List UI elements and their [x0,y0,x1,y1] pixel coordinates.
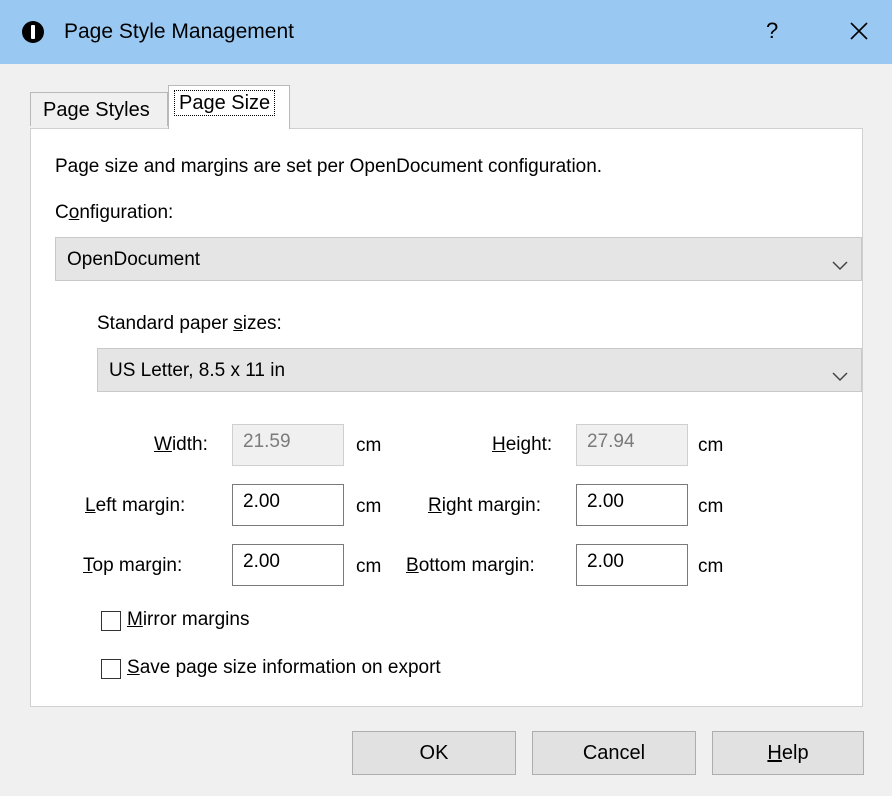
chevron-down-icon [831,255,849,271]
configuration-value: OpenDocument [67,249,201,270]
context-help-button[interactable]: ? [766,18,778,44]
cancel-button[interactable]: Cancel [532,731,696,775]
top-margin-label: Top margin: [83,555,183,576]
tab-page-styles[interactable]: Page Styles [30,92,168,126]
top-margin-unit: cm [356,556,382,577]
tab-page-size[interactable]: Page Size [168,85,290,129]
right-margin-field[interactable]: 2.00 [576,484,688,526]
paper-sizes-label: Standard paper sizes: [97,313,282,334]
tab-page-size-label: Page Size [174,90,276,116]
bottom-margin-field[interactable]: 2.00 [576,544,688,586]
close-icon[interactable] [842,14,876,48]
paper-size-value: US Letter, 8.5 x 11 in [109,360,286,381]
left-margin-field[interactable]: 2.00 [232,484,344,526]
left-margin-unit: cm [356,496,382,517]
save-page-size-checkbox[interactable] [101,659,121,679]
height-label: Height: [492,434,553,455]
height-field[interactable]: 27.94 [576,424,688,466]
width-label: Width: [154,434,208,455]
chevron-down-icon [831,366,849,382]
right-margin-unit: cm [698,496,724,517]
dialog-title: Page Style Management [64,20,294,43]
tab-page-styles-label: Page Styles [43,99,150,121]
right-margin-label: Right margin: [428,495,542,516]
bottom-margin-label: Bottom margin: [406,555,535,576]
configuration-label: Configuration: [55,202,174,223]
width-field[interactable]: 21.59 [232,424,344,466]
height-unit: cm [698,435,724,456]
description-text: Page size and margins are set per OpenDo… [55,156,603,177]
page-size-panel: Page size and margins are set per OpenDo… [30,128,863,707]
mirror-margins-label[interactable]: Mirror margins [127,609,249,631]
save-page-size-label[interactable]: Save page size information on export [127,657,441,679]
page-style-management-dialog: Page Style Management ? Page Styles Page… [0,0,892,796]
title-bar: Page Style Management ? [0,0,892,64]
app-logo-icon [22,21,44,43]
paper-size-select[interactable]: US Letter, 8.5 x 11 in [97,348,862,392]
help-button[interactable]: Help [712,731,864,775]
bottom-margin-unit: cm [698,556,724,577]
mirror-margins-checkbox[interactable] [101,611,121,631]
top-margin-field[interactable]: 2.00 [232,544,344,586]
configuration-select[interactable]: OpenDocument [55,237,862,281]
ok-button[interactable]: OK [352,731,516,775]
width-unit: cm [356,435,382,456]
left-margin-label: Left margin: [85,495,186,516]
